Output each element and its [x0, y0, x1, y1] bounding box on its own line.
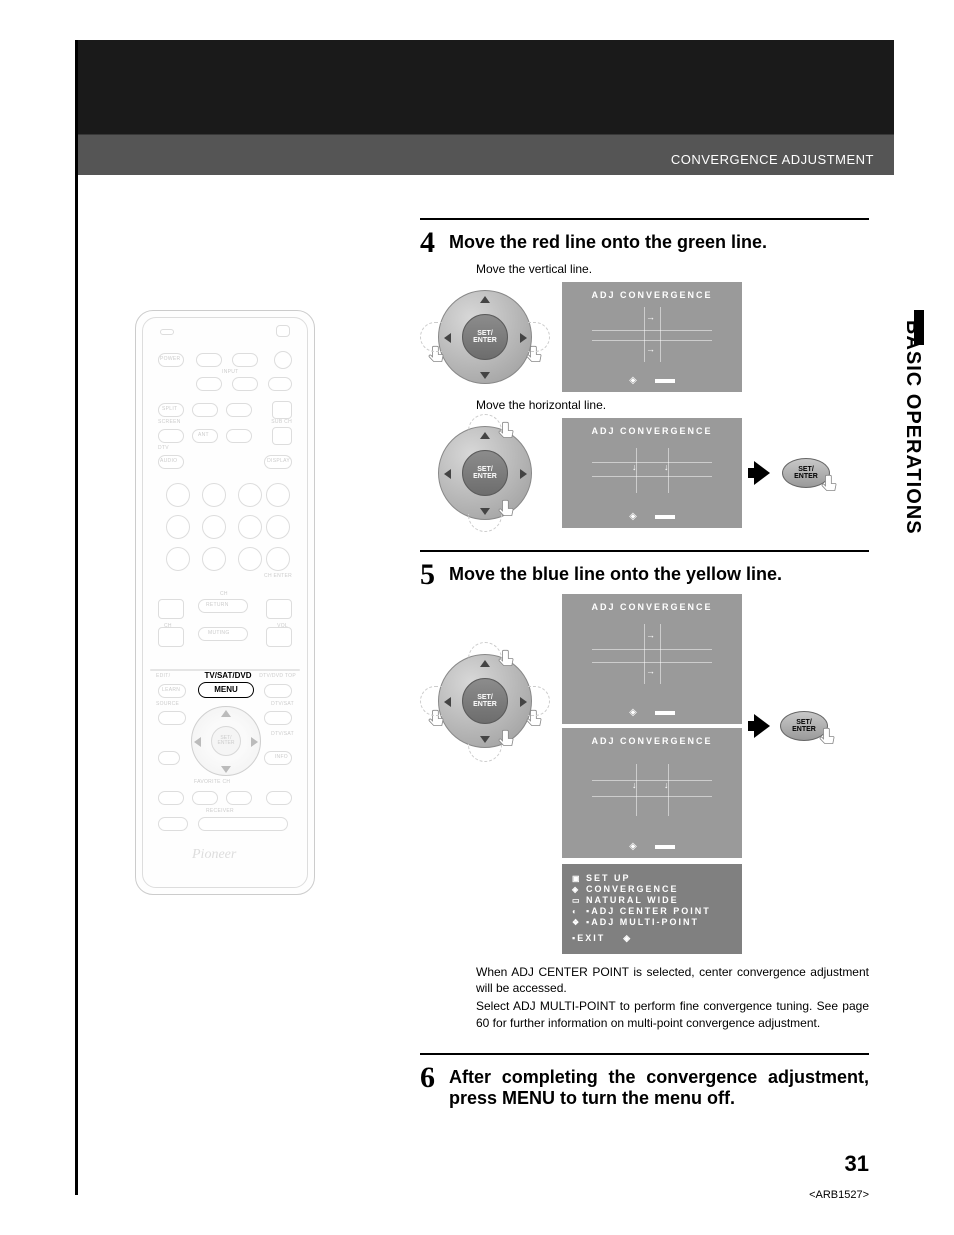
side-tab: BASIC OPERATIONS: [901, 320, 924, 535]
step-6-title: After completing the convergence adjustm…: [449, 1067, 869, 1110]
dpad-figure-vertical: SET/ENTER: [420, 418, 550, 528]
dpad-center-label: SET/ENTER: [462, 314, 508, 360]
menu-screen: ▣SET UP ◈CONVERGENCE ▭NATURAL WIDE ◐▪ADJ…: [562, 864, 742, 954]
remote-brand: Pioneer: [192, 847, 236, 863]
step-6: 6 After completing the convergence adjus…: [420, 1053, 869, 1110]
arrow-right-icon: [754, 714, 770, 738]
set-enter-button-icon: SET/ENTER: [782, 458, 830, 488]
step-5-number: 5: [420, 560, 435, 590]
step-5-title: Move the blue line onto the yellow line.: [449, 564, 782, 590]
step-5-body-1: When ADJ CENTER POINT is selected, cente…: [476, 964, 869, 996]
content-area: 4 Move the red line onto the green line.…: [420, 218, 869, 1132]
adj-screen-blue-h: ADJ CONVERGENCE ↓ ↓ ◈: [562, 728, 742, 858]
set-enter-button-icon: SET/ENTER: [780, 711, 828, 741]
step-4-title: Move the red line onto the green line.: [449, 232, 767, 258]
page-number: 31: [845, 1151, 869, 1177]
header-band: CONVERGENCE ADJUSTMENT: [78, 40, 894, 175]
adj-screen-vertical: ADJ CONVERGENCE → → ◈: [562, 282, 742, 392]
hand-pointer-icon: [815, 473, 843, 501]
step-4-number: 4: [420, 228, 435, 258]
step-5: 5 Move the blue line onto the yellow lin…: [420, 550, 869, 1031]
step-6-number: 6: [420, 1063, 435, 1110]
remote-section-tvsatdvd: TV/SAT/DVD: [198, 671, 258, 680]
remote-dpad-center: SET/ENTER: [211, 726, 241, 756]
dpad-figure-all: SET/ENTER: [420, 594, 550, 844]
step-4-sub-1: Move the vertical line.: [476, 262, 869, 276]
remote-menu-button-label: MENU: [198, 685, 254, 694]
adj-screen-blue-v: ADJ CONVERGENCE → → ◈: [562, 594, 742, 724]
step-4-sub-2: Move the horizontal line.: [476, 398, 869, 412]
dpad-figure-horizontal: SET/ENTER: [420, 282, 550, 392]
document-code: <ARB1527>: [809, 1189, 869, 1201]
page-left-rule: [75, 40, 78, 1195]
step-5-body-2: Select ADJ MULTI-POINT to perform fine c…: [476, 998, 869, 1030]
step-4: 4 Move the red line onto the green line.…: [420, 218, 869, 528]
arrow-right-icon: [754, 461, 770, 485]
hand-pointer-icon: [813, 726, 841, 754]
remote-control-diagram: POWER INPUT SPLIT SCREEN SUB CH ANT DTV …: [135, 310, 315, 895]
header-title: CONVERGENCE ADJUSTMENT: [671, 152, 874, 167]
adj-screen-horizontal: ADJ CONVERGENCE ↓ ↓ ◈: [562, 418, 742, 528]
